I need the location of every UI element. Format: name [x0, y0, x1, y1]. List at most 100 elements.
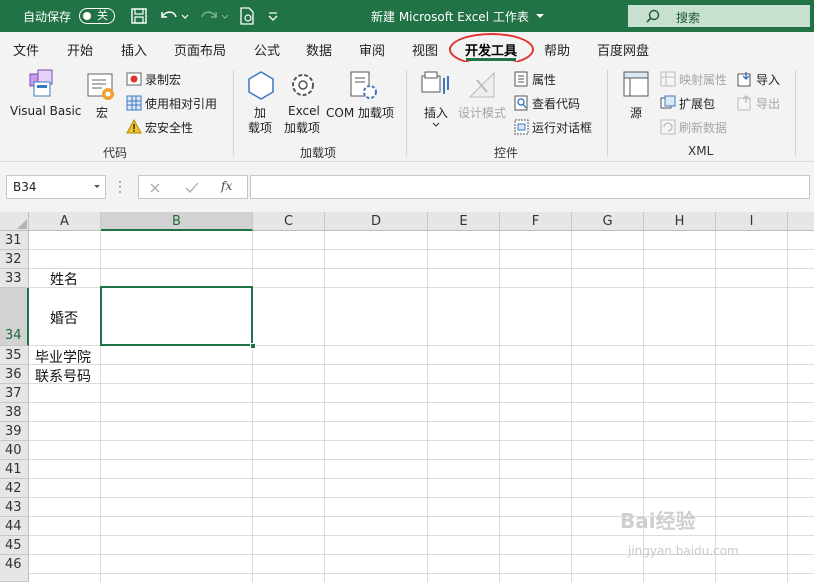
- addins-label-2[interactable]: 载项: [248, 119, 272, 136]
- file-icon[interactable]: [238, 6, 256, 26]
- visual-basic-label[interactable]: Visual Basic: [10, 104, 81, 118]
- name-box[interactable]: B34: [6, 175, 106, 199]
- code-group-label: 代码: [103, 146, 128, 160]
- worksheet-grid[interactable]: A B C D E F G H I 31 32 33 34 35 36 37 3…: [0, 212, 814, 582]
- gridline: [787, 231, 788, 582]
- row-header[interactable]: 44: [0, 517, 29, 536]
- cell-a33[interactable]: 姓名: [50, 269, 78, 289]
- row-header[interactable]: 46: [0, 555, 29, 582]
- active-cell-b34[interactable]: [100, 286, 253, 346]
- column-header[interactable]: [788, 212, 814, 231]
- column-header[interactable]: G: [572, 212, 644, 231]
- relative-reference-icon: [126, 95, 142, 111]
- row-header[interactable]: 41: [0, 460, 29, 479]
- redo-icon[interactable]: [198, 6, 230, 26]
- record-macro-icon: [126, 72, 142, 86]
- row-header[interactable]: 43: [0, 498, 29, 517]
- row-header[interactable]: 38: [0, 403, 29, 422]
- design-mode-icon: [468, 71, 495, 98]
- macros-label[interactable]: 宏: [96, 104, 108, 121]
- properties-icon: [514, 71, 528, 87]
- customize-qat-icon[interactable]: [266, 6, 280, 26]
- enter-check-icon[interactable]: [185, 182, 199, 194]
- macros-button[interactable]: [86, 70, 118, 105]
- relative-reference-button[interactable]: 使用相对引用: [145, 95, 217, 112]
- design-mode-button[interactable]: 设计模式: [458, 104, 506, 121]
- gridline: [499, 231, 500, 582]
- column-header[interactable]: I: [716, 212, 788, 231]
- column-header[interactable]: H: [644, 212, 716, 231]
- tab-file[interactable]: 文件: [13, 40, 39, 59]
- tab-view[interactable]: 视图: [412, 40, 438, 59]
- tab-help[interactable]: 帮助: [544, 40, 570, 59]
- column-header[interactable]: F: [500, 212, 572, 231]
- formula-input[interactable]: [250, 175, 810, 199]
- row-header[interactable]: 32: [0, 250, 29, 269]
- gridline: [29, 364, 814, 365]
- excel-addins-label-2[interactable]: 加载项: [284, 119, 320, 136]
- tab-page-layout[interactable]: 页面布局: [174, 40, 226, 59]
- save-icon[interactable]: [130, 6, 148, 26]
- tab-data[interactable]: 数据: [306, 40, 332, 59]
- undo-icon[interactable]: [158, 6, 190, 26]
- row-header[interactable]: 42: [0, 479, 29, 498]
- view-code-button[interactable]: 查看代码: [532, 95, 580, 112]
- search-box[interactable]: 搜索: [628, 5, 810, 27]
- tab-review[interactable]: 审阅: [359, 40, 385, 59]
- xml-group-label: XML: [688, 144, 714, 158]
- row-header[interactable]: 34: [0, 288, 29, 346]
- visual-basic-button[interactable]: [26, 68, 58, 103]
- name-box-value: B34: [13, 180, 37, 194]
- tab-home[interactable]: 开始: [67, 40, 93, 59]
- autosave-toggle[interactable]: 关: [79, 8, 115, 24]
- export-button[interactable]: 导出: [756, 95, 780, 112]
- gridline: [29, 573, 814, 574]
- com-addins-label[interactable]: COM 加载项: [326, 104, 394, 121]
- row-header[interactable]: 31: [0, 231, 29, 250]
- tab-formulas[interactable]: 公式: [254, 40, 280, 59]
- record-macro-button[interactable]: 录制宏: [145, 71, 181, 88]
- cell-a35[interactable]: 毕业学院: [35, 347, 91, 367]
- row-header[interactable]: 36: [0, 365, 29, 384]
- gridline: [29, 516, 814, 517]
- tab-insert[interactable]: 插入: [121, 40, 147, 59]
- row-header[interactable]: 37: [0, 384, 29, 403]
- column-header[interactable]: E: [428, 212, 500, 231]
- properties-button[interactable]: 属性: [532, 71, 556, 88]
- row-header[interactable]: 39: [0, 422, 29, 441]
- select-all-corner[interactable]: [0, 212, 29, 231]
- macro-security-button[interactable]: 宏安全性: [145, 119, 193, 136]
- name-box-dropdown-icon[interactable]: [93, 184, 101, 190]
- cell-a36[interactable]: 联系号码: [35, 366, 91, 386]
- map-properties-button[interactable]: 映射属性: [679, 71, 727, 88]
- row-header[interactable]: 35: [0, 346, 29, 365]
- insert-function-button[interactable]: fx: [221, 179, 232, 193]
- row-header[interactable]: 40: [0, 441, 29, 460]
- column-header[interactable]: D: [325, 212, 428, 231]
- row-header[interactable]: 45: [0, 536, 29, 555]
- cell-a34[interactable]: 婚否: [50, 308, 78, 328]
- cancel-icon[interactable]: [149, 182, 161, 194]
- visual-basic-icon: [29, 69, 53, 97]
- import-button[interactable]: 导入: [756, 71, 780, 88]
- source-button[interactable]: 源: [630, 104, 642, 121]
- expansion-packs-icon: [660, 95, 676, 109]
- title-dropdown-icon[interactable]: [535, 12, 545, 20]
- column-header[interactable]: A: [29, 212, 101, 231]
- select-all-icon: [17, 219, 27, 229]
- tab-baidu-netdisk[interactable]: 百度网盘: [597, 40, 649, 59]
- column-header[interactable]: B: [101, 212, 253, 231]
- group-separator: [795, 70, 796, 156]
- export-icon: [737, 95, 751, 111]
- com-addins-icon: [350, 71, 377, 99]
- group-separator: [607, 70, 608, 156]
- excel-addins-label-1[interactable]: Excel: [288, 104, 320, 118]
- column-header[interactable]: C: [253, 212, 325, 231]
- refresh-data-button[interactable]: 刷新数据: [679, 119, 727, 136]
- fill-handle[interactable]: [250, 343, 256, 349]
- expansion-packs-button[interactable]: 扩展包: [679, 95, 715, 112]
- insert-control-button[interactable]: 插入: [424, 104, 448, 121]
- run-dialog-button[interactable]: 运行对话框: [532, 119, 592, 136]
- map-properties-icon: [660, 71, 676, 87]
- row-header[interactable]: 33: [0, 269, 29, 288]
